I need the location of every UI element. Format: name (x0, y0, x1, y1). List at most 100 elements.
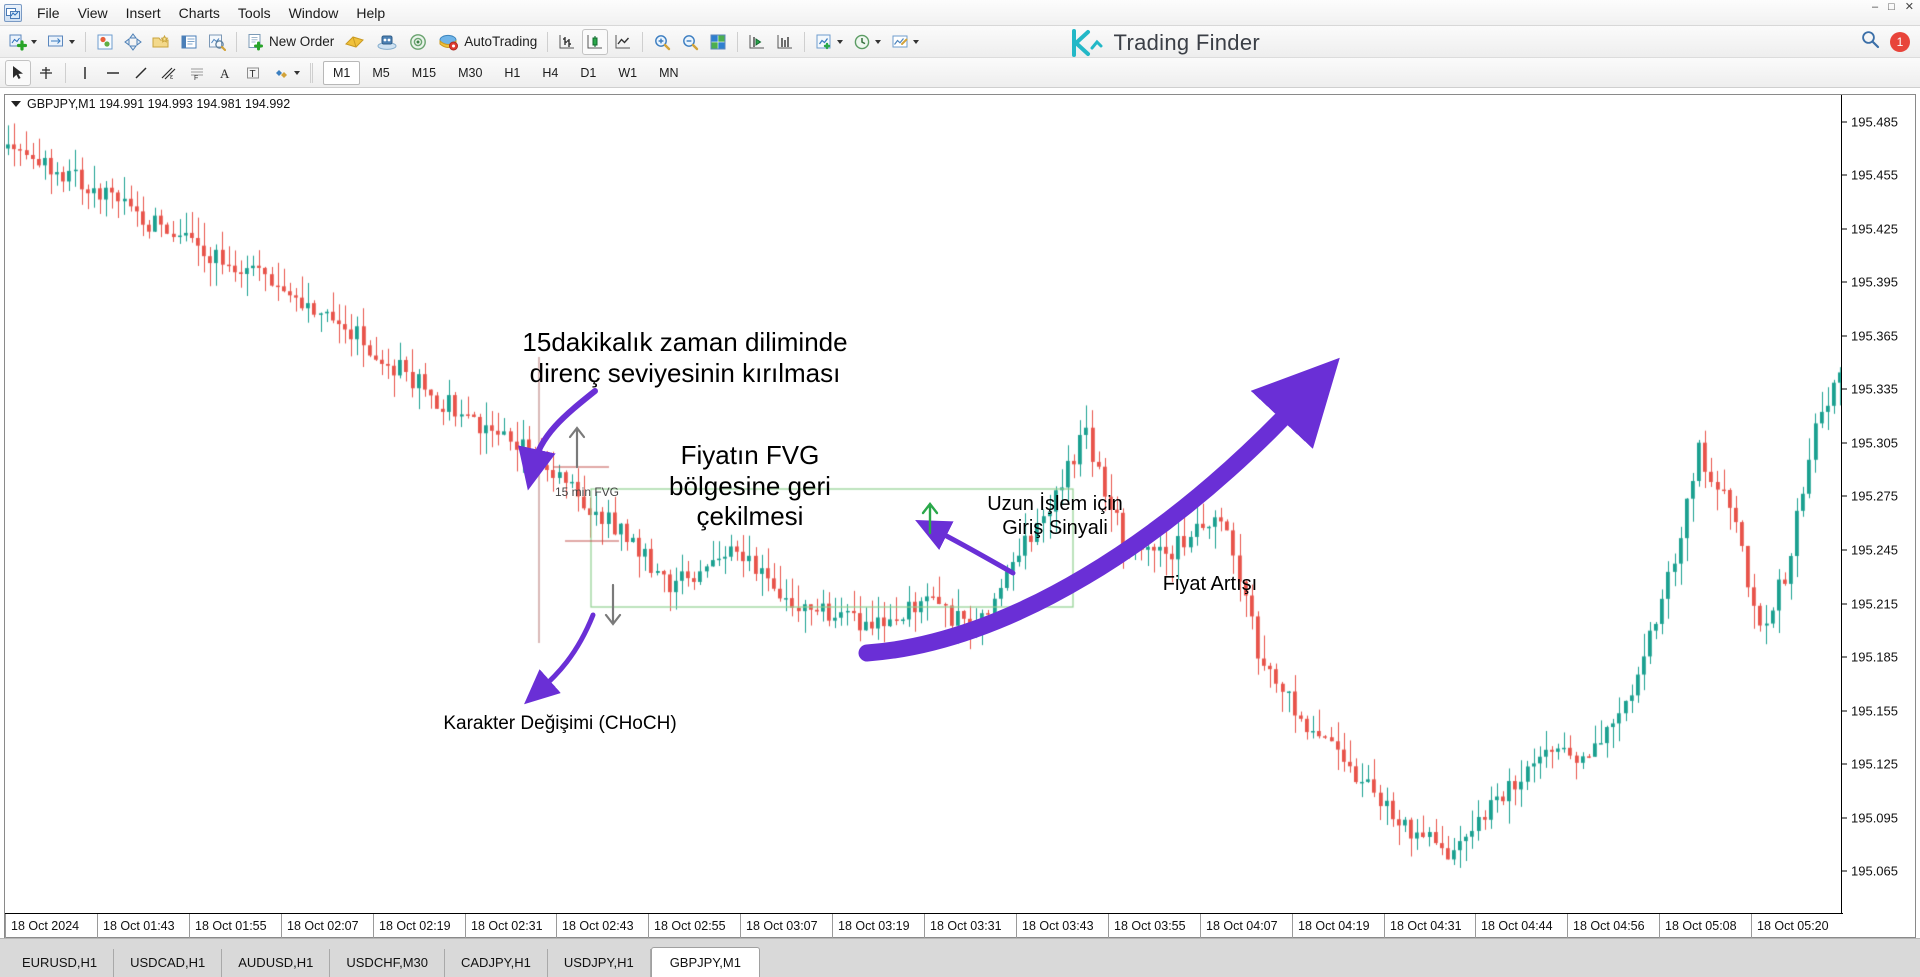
price-tick-label: 195.245 (1842, 542, 1916, 557)
chevron-down-icon[interactable] (294, 70, 300, 75)
profiles-button[interactable] (43, 29, 79, 55)
collapse-triangle-icon[interactable] (11, 101, 21, 107)
line-chart-button[interactable] (610, 29, 636, 55)
chevron-down-icon[interactable] (69, 39, 75, 44)
chevron-down-icon[interactable] (31, 39, 37, 44)
new-order-button[interactable]: New Order (243, 29, 338, 55)
chart-tab-usdcad-h1[interactable]: USDCAD,H1 (114, 949, 223, 977)
text-label-icon[interactable]: A (212, 60, 238, 86)
timeframe-m1[interactable]: M1 (323, 60, 361, 85)
annotation-resistance-break: 15dakikalık zaman diliminde direnç seviy… (522, 327, 848, 388)
menu-item-charts[interactable]: Charts (170, 2, 229, 24)
price-tick-label: 195.095 (1842, 810, 1916, 825)
indicators-list-button[interactable] (811, 29, 847, 55)
chart-tab-usdjpy-h1[interactable]: USDJPY,H1 (548, 949, 651, 977)
chart-window[interactable]: GBPJPY,M1 194.991 194.993 194.981 194.99… (4, 94, 1916, 938)
text-icon[interactable]: T (240, 60, 266, 86)
expert-advisors-button[interactable] (372, 29, 402, 55)
favorites-button[interactable] (148, 29, 174, 55)
zoom-out-button[interactable] (677, 29, 703, 55)
annotation-price-increase: Fiyat Artışı (1162, 573, 1258, 595)
chart-tab-gbpjpy-m1[interactable]: GBPJPY,M1 (650, 947, 760, 977)
toolbar-separator (65, 62, 66, 83)
price-tick-label: 195.215 (1842, 596, 1916, 611)
autotrading-button[interactable]: AutoTrading (434, 29, 541, 55)
shapes-icon[interactable] (268, 60, 304, 86)
tile-windows-button[interactable] (705, 29, 731, 55)
chart-shift-button[interactable] (772, 29, 798, 55)
time-tick-label: 18 Oct 03:19 (832, 914, 910, 938)
time-tick-label: 18 Oct 04:44 (1475, 914, 1553, 938)
equidistant-channel-icon[interactable]: ε (156, 60, 182, 86)
zoom-in-button[interactable] (649, 29, 675, 55)
timeframe-m30[interactable]: M30 (448, 61, 492, 85)
terminal-button[interactable] (176, 29, 202, 55)
time-axis[interactable]: 18 Oct 2024 18 Oct 01:43 18 Oct 01:55 18 Oc… (5, 913, 1843, 938)
svg-text:A: A (220, 66, 230, 81)
fibonacci-retracement-icon[interactable]: F (184, 60, 210, 86)
indicators-button[interactable] (92, 29, 118, 55)
menu-item-tools[interactable]: Tools (229, 2, 280, 24)
chart-tab-eurusd-h1[interactable]: EURUSD,H1 (6, 949, 115, 977)
navigator-button[interactable] (404, 29, 432, 55)
notification-badge[interactable]: 1 (1890, 31, 1910, 52)
new-chart-button[interactable] (5, 29, 41, 55)
chevron-down-icon[interactable] (837, 39, 844, 44)
chart-tab-usdchf-m30[interactable]: USDCHF,M30 (330, 949, 445, 977)
time-tick-label: 18 Oct 01:55 (189, 914, 267, 938)
timeframe-m15[interactable]: M15 (402, 61, 446, 85)
price-tick-label: 195.485 (1842, 114, 1916, 129)
new-order-label: New Order (269, 34, 335, 49)
toolbar-separator (85, 31, 86, 52)
cursor-icon[interactable] (5, 59, 31, 86)
menu-item-insert[interactable]: Insert (117, 2, 170, 24)
timeframe-w1[interactable]: W1 (608, 61, 647, 85)
maximize-button[interactable]: □ (1888, 2, 1895, 13)
crosshair-button[interactable] (120, 29, 146, 55)
bar-chart-button[interactable] (554, 29, 580, 55)
chart-plot-area[interactable]: 15dakikalık zaman diliminde direnç seviy… (5, 95, 1843, 913)
time-tick-label: 18 Oct 03:43 (1016, 914, 1094, 938)
close-button[interactable]: ✕ (1905, 2, 1914, 13)
periods-button[interactable] (849, 29, 885, 55)
minimize-button[interactable]: – (1872, 2, 1878, 13)
vertical-line-icon[interactable] (72, 60, 98, 86)
candlestick-canvas[interactable] (5, 95, 1843, 889)
templates-button[interactable] (887, 29, 923, 55)
window-controls: – □ ✕ (1872, 2, 1914, 13)
timeframe-d1[interactable]: D1 (570, 61, 606, 85)
candlestick-chart-button[interactable] (582, 28, 609, 55)
auto-scroll-button[interactable] (744, 29, 770, 55)
chart-tab-cadjpy-h1[interactable]: CADJPY,H1 (445, 949, 548, 977)
price-axis[interactable]: 195.485 195.455 195.425 195.395 195.365 195.3… (1841, 95, 1915, 913)
fvg-box-label: 15 min FVG (555, 485, 620, 499)
trendline-icon[interactable] (128, 60, 154, 86)
time-tick-label: 18 Oct 05:20 (1751, 914, 1829, 938)
crosshair-icon[interactable] (33, 60, 59, 86)
menu-item-help[interactable]: Help (347, 2, 394, 24)
toolbar-right-actions: 1 (1860, 29, 1910, 54)
metaeditor-button[interactable] (340, 29, 370, 55)
chart-tab-audusd-h1[interactable]: AUDUSD,H1 (222, 949, 331, 977)
strategy-tester-button[interactable] (204, 29, 230, 55)
chart-tab-bar: EURUSD,H1 USDCAD,H1 AUDUSD,H1 USDCHF,M30 CAD… (0, 938, 1920, 977)
horizontal-line-icon[interactable] (100, 60, 126, 86)
time-tick-label: 18 Oct 03:31 (924, 914, 1002, 938)
autotrading-label: AutoTrading (464, 34, 538, 49)
search-icon[interactable] (1860, 29, 1880, 54)
chevron-down-icon[interactable] (875, 39, 882, 44)
timeframe-m5[interactable]: M5 (362, 61, 399, 85)
chevron-down-icon[interactable] (913, 39, 920, 44)
toolbar-separator (310, 62, 311, 83)
time-tick-label: 18 Oct 04:07 (1200, 914, 1278, 938)
chart-symbol-label: GBPJPY,M1 194.991 194.993 194.981 194.99… (27, 97, 291, 111)
timeframe-h4[interactable]: H4 (532, 61, 568, 85)
svg-text:F: F (194, 75, 198, 81)
time-tick-label: 18 Oct 02:55 (648, 914, 726, 938)
timeframe-mn[interactable]: MN (649, 61, 688, 85)
menu-item-file[interactable]: File (28, 2, 69, 24)
timeframe-h1[interactable]: H1 (494, 61, 530, 85)
menu-item-window[interactable]: Window (280, 2, 348, 24)
menu-item-view[interactable]: View (69, 2, 117, 24)
toolbar-separator (236, 31, 237, 52)
